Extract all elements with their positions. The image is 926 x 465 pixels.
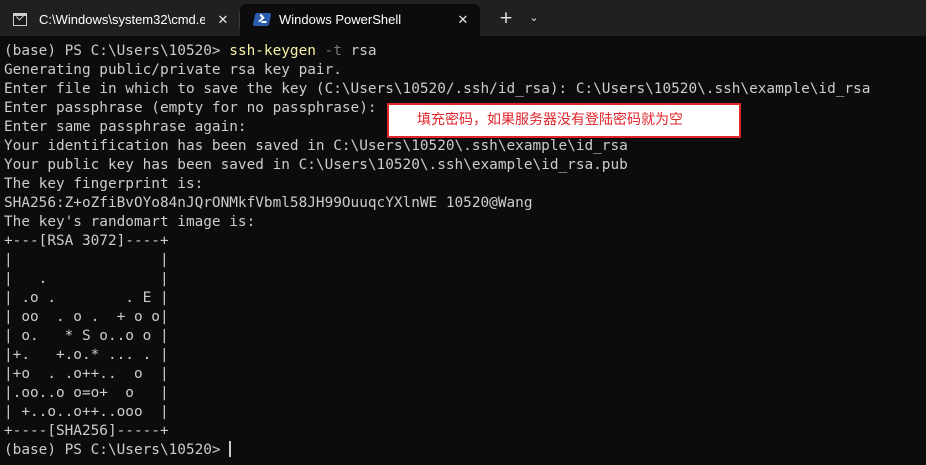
randomart-line: | oo . o . + o o|: [4, 309, 169, 325]
output-line: Enter file in which to save the key (C:\…: [4, 81, 871, 97]
tab-powershell[interactable]: Windows PowerShell ✕: [240, 4, 480, 36]
randomart-line: +---[RSA 3072]----+: [4, 233, 169, 249]
randomart-line: |.oo..o o=o+ o |: [4, 385, 169, 401]
randomart-line: | .o . . E |: [4, 290, 169, 306]
close-icon[interactable]: ✕: [215, 12, 231, 28]
terminal-window: C:\Windows\system32\cmd.exe ✕ Windows Po…: [0, 0, 926, 465]
command-flag: -t: [324, 43, 342, 59]
output-line: The key's randomart image is:: [4, 214, 256, 230]
randomart-line: |+. +.o.* ... . |: [4, 347, 169, 363]
randomart-line: |+o . .o++.. o |: [4, 366, 169, 382]
annotation-callout: 填充密码，如果服务器没有登陆密码就为空: [387, 103, 741, 138]
chevron-down-icon[interactable]: ⌄: [522, 8, 546, 28]
command-line: (base) PS C:\Users\10520> ssh-keygen -t …: [4, 42, 377, 61]
tab-bar: C:\Windows\system32\cmd.exe ✕ Windows Po…: [0, 0, 926, 36]
prompt: (base) PS C:\Users\10520>: [4, 442, 221, 458]
output-line: Your identification has been saved in C:…: [4, 138, 628, 154]
randomart-line: +----[SHA256]-----+: [4, 423, 169, 439]
tab-title: Windows PowerShell: [279, 12, 402, 27]
output-line: Enter same passphrase again:: [4, 119, 247, 135]
output-line: Enter passphrase (empty for no passphras…: [4, 100, 377, 116]
randomart-line: | |: [4, 252, 169, 268]
output-line: Generating public/private rsa key pair.: [4, 62, 342, 78]
output-line: The key fingerprint is:: [4, 176, 204, 192]
tab-cmd[interactable]: C:\Windows\system32\cmd.exe ✕: [4, 4, 240, 36]
new-tab-button[interactable]: +: [494, 8, 518, 28]
output-line: SHA256:Z+oZfiBvOYo84nJQrONMkfVbml58JH99O…: [4, 195, 533, 211]
randomart-line: | . |: [4, 271, 169, 287]
randomart-line: | o. * S o..o o |: [4, 328, 169, 344]
terminal-output[interactable]: (base) PS C:\Users\10520> ssh-keygen -t …: [0, 36, 926, 465]
cmd-icon: [13, 12, 27, 26]
prompt: (base) PS C:\Users\10520>: [4, 43, 221, 59]
tab-title: C:\Windows\system32\cmd.exe: [39, 12, 205, 27]
close-icon[interactable]: ✕: [455, 12, 471, 28]
final-prompt-line[interactable]: (base) PS C:\Users\10520>: [4, 441, 232, 460]
powershell-icon: [252, 13, 272, 26]
text-cursor: [229, 441, 232, 457]
command-arg: rsa: [350, 43, 377, 59]
output-line: Your public key has been saved in C:\Use…: [4, 157, 628, 173]
randomart-line: | +..o..o++..ooo |: [4, 404, 169, 420]
annotation-text: 填充密码，如果服务器没有登陆密码就为空: [417, 112, 683, 128]
command-name: ssh-keygen: [229, 43, 316, 59]
